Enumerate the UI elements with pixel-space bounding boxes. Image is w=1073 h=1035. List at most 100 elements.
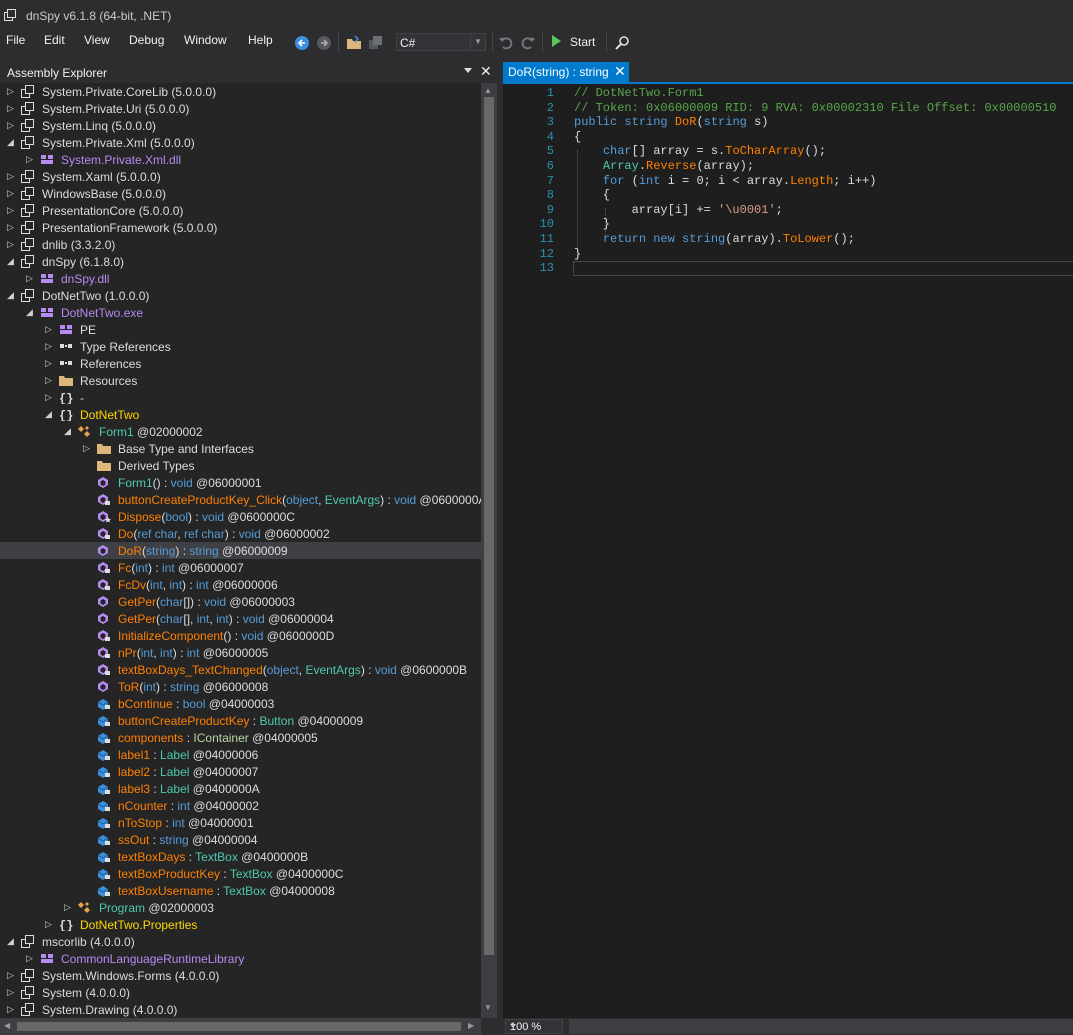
tree-row[interactable]: ▷ System.Linq (5.0.0.0) <box>0 117 481 134</box>
tree-row[interactable]: ◢ Form1 @02000002 <box>0 423 481 440</box>
expand-arrow-icon[interactable]: ▷ <box>7 100 15 117</box>
tree-row[interactable]: ▷ Base Type and Interfaces <box>0 440 481 457</box>
tree-row[interactable]: buttonCreateProductKey_Click(object, Eve… <box>0 491 481 508</box>
tree-row[interactable]: ▷ References <box>0 355 481 372</box>
tree-row[interactable]: Form1() : void @06000001 <box>0 474 481 491</box>
expand-arrow-icon[interactable]: ▷ <box>7 202 15 219</box>
expand-arrow-icon[interactable]: ▷ <box>45 389 53 406</box>
expand-arrow-icon[interactable]: ▷ <box>83 440 91 457</box>
tree-row[interactable]: ▷ System.Xaml (5.0.0.0) <box>0 168 481 185</box>
expand-arrow-icon[interactable]: ▷ <box>26 950 34 967</box>
tree-row[interactable]: label3 : Label @0400000A <box>0 780 481 797</box>
expand-arrow-icon[interactable]: ▷ <box>7 117 15 134</box>
chevron-down-icon[interactable] <box>464 68 472 73</box>
expand-arrow-icon[interactable]: ▷ <box>7 168 15 185</box>
tree-row[interactable]: Do(ref char, ref char) : void @06000002 <box>0 525 481 542</box>
tree-row[interactable]: Fc(int) : int @06000007 <box>0 559 481 576</box>
tree-row[interactable]: ▷ Type References <box>0 338 481 355</box>
tree-row[interactable]: ▷ System.Private.Uri (5.0.0.0) <box>0 100 481 117</box>
tree-row[interactable]: bContinue : bool @04000003 <box>0 695 481 712</box>
tree-row[interactable]: InitializeComponent() : void @0600000D <box>0 627 481 644</box>
expand-arrow-icon[interactable]: ▷ <box>64 899 72 916</box>
tree-row[interactable]: buttonCreateProductKey : Button @0400000… <box>0 712 481 729</box>
tree-row[interactable]: ▷ System.Drawing (4.0.0.0) <box>0 1001 481 1018</box>
expand-arrow-icon[interactable]: ▷ <box>45 321 53 338</box>
menu-debug[interactable]: Debug <box>129 33 164 47</box>
zoom-select[interactable]: 100 % <box>505 1019 563 1034</box>
collapse-arrow-icon[interactable]: ◢ <box>64 423 72 440</box>
assembly-tree[interactable]: ▷ System.Private.CoreLib (5.0.0.0) ▷ System… <box>0 83 481 1018</box>
tree-row[interactable]: GetPer(char[]) : void @06000003 <box>0 593 481 610</box>
menu-edit[interactable]: Edit <box>44 33 65 47</box>
close-icon[interactable]: ✕ <box>480 63 492 80</box>
back-icon[interactable] <box>294 34 310 52</box>
tree-row[interactable]: Dispose(bool) : void @0600000C <box>0 508 481 525</box>
tree-row[interactable]: ▷ System.Private.Xml.dll <box>0 151 481 168</box>
tree-row[interactable]: ▷ Resources <box>0 372 481 389</box>
tree-row[interactable]: ▷ WindowsBase (5.0.0.0) <box>0 185 481 202</box>
save-all-icon[interactable] <box>368 34 384 52</box>
collapse-arrow-icon[interactable]: ◢ <box>7 253 15 270</box>
open-folder-icon[interactable] <box>346 34 362 52</box>
tree-row[interactable]: components : IContainer @04000005 <box>0 729 481 746</box>
expand-arrow-icon[interactable]: ▷ <box>7 984 15 1001</box>
expand-arrow-icon[interactable]: ▷ <box>45 338 53 355</box>
scroll-left-icon[interactable]: ◀ <box>4 1021 10 1030</box>
search-icon[interactable] <box>614 34 630 52</box>
tree-row[interactable]: ◢ DotNetTwo.exe <box>0 304 481 321</box>
scroll-down-icon[interactable]: ▼ <box>484 1003 492 1012</box>
tree-row[interactable]: ssOut : string @04000004 <box>0 831 481 848</box>
tree-row[interactable]: textBoxUsername : TextBox @04000008 <box>0 882 481 899</box>
tree-row[interactable]: ▷ System (4.0.0.0) <box>0 984 481 1001</box>
expand-arrow-icon[interactable]: ▷ <box>7 185 15 202</box>
tree-row[interactable]: ▷ System.Private.CoreLib (5.0.0.0) <box>0 83 481 100</box>
tree-row[interactable]: ▷ dnSpy.dll <box>0 270 481 287</box>
tree-row[interactable]: ▷ System.Windows.Forms (4.0.0.0) <box>0 967 481 984</box>
collapse-arrow-icon[interactable]: ◢ <box>26 304 34 321</box>
expand-arrow-icon[interactable]: ▷ <box>45 372 53 389</box>
scroll-up-icon[interactable]: ▲ <box>484 86 492 95</box>
tree-row[interactable]: ◢ dnSpy (6.1.8.0) <box>0 253 481 270</box>
menu-help[interactable]: Help <box>248 33 273 47</box>
tree-row[interactable]: nPr(int, int) : int @06000005 <box>0 644 481 661</box>
expand-arrow-icon[interactable]: ▷ <box>7 967 15 984</box>
tree-row[interactable]: GetPer(char[], int, int) : void @0600000… <box>0 610 481 627</box>
tree-row[interactable]: ToR(int) : string @06000008 <box>0 678 481 695</box>
code-editor[interactable]: 1 // DotNetTwo.Form1 2 // Token: 0x06000009… <box>503 84 1073 1018</box>
tree-row[interactable]: ▷ PresentationFramework (5.0.0.0) <box>0 219 481 236</box>
menu-view[interactable]: View <box>84 33 110 47</box>
tree-row[interactable]: label1 : Label @04000006 <box>0 746 481 763</box>
collapse-arrow-icon[interactable]: ◢ <box>45 406 53 423</box>
tree-row[interactable]: ▷ CommonLanguageRuntimeLibrary <box>0 950 481 967</box>
expand-arrow-icon[interactable]: ▷ <box>45 916 53 933</box>
expand-arrow-icon[interactable]: ▷ <box>7 83 15 100</box>
redo-icon[interactable] <box>520 34 536 52</box>
collapse-arrow-icon[interactable]: ◢ <box>7 287 15 304</box>
collapse-arrow-icon[interactable]: ◢ <box>7 134 15 151</box>
close-icon[interactable]: ✕ <box>614 63 626 80</box>
tree-row[interactable]: DoR(string) : string @06000009 <box>0 542 481 559</box>
tree-row[interactable]: nToStop : int @04000001 <box>0 814 481 831</box>
tree-row[interactable]: label2 : Label @04000007 <box>0 763 481 780</box>
tree-horizontal-scrollbar[interactable]: ◀ ▶ <box>0 1018 481 1035</box>
tree-row[interactable]: ▷ PresentationCore (5.0.0.0) <box>0 202 481 219</box>
expand-arrow-icon[interactable]: ▷ <box>7 236 15 253</box>
tree-row[interactable]: ◢ DotNetTwo (1.0.0.0) <box>0 287 481 304</box>
scroll-right-icon[interactable]: ▶ <box>468 1021 474 1030</box>
tree-row[interactable]: ▷ {} - <box>0 389 481 406</box>
tree-row[interactable]: ◢ System.Private.Xml (5.0.0.0) <box>0 134 481 151</box>
forward-icon[interactable] <box>316 34 332 52</box>
tree-vertical-scrollbar[interactable]: ▲ ▼ <box>481 83 497 1018</box>
tree-row[interactable]: ▷ Program @02000003 <box>0 899 481 916</box>
tab-dor-method[interactable]: DoR(string) : string ✕ <box>503 62 629 82</box>
language-select[interactable]: C# ▼ <box>396 33 486 51</box>
expand-arrow-icon[interactable]: ▷ <box>26 151 34 168</box>
tree-row[interactable]: Derived Types <box>0 457 481 474</box>
tree-row[interactable]: ▷ {} DotNetTwo.Properties <box>0 916 481 933</box>
tree-row[interactable]: nCounter : int @04000002 <box>0 797 481 814</box>
tree-row[interactable]: ◢ {} DotNetTwo <box>0 406 481 423</box>
collapse-arrow-icon[interactable]: ◢ <box>7 933 15 950</box>
tree-row[interactable]: ▷ PE <box>0 321 481 338</box>
editor-horizontal-scrollbar[interactable] <box>569 1019 1073 1034</box>
tree-row[interactable]: textBoxDays_TextChanged(object, EventArg… <box>0 661 481 678</box>
